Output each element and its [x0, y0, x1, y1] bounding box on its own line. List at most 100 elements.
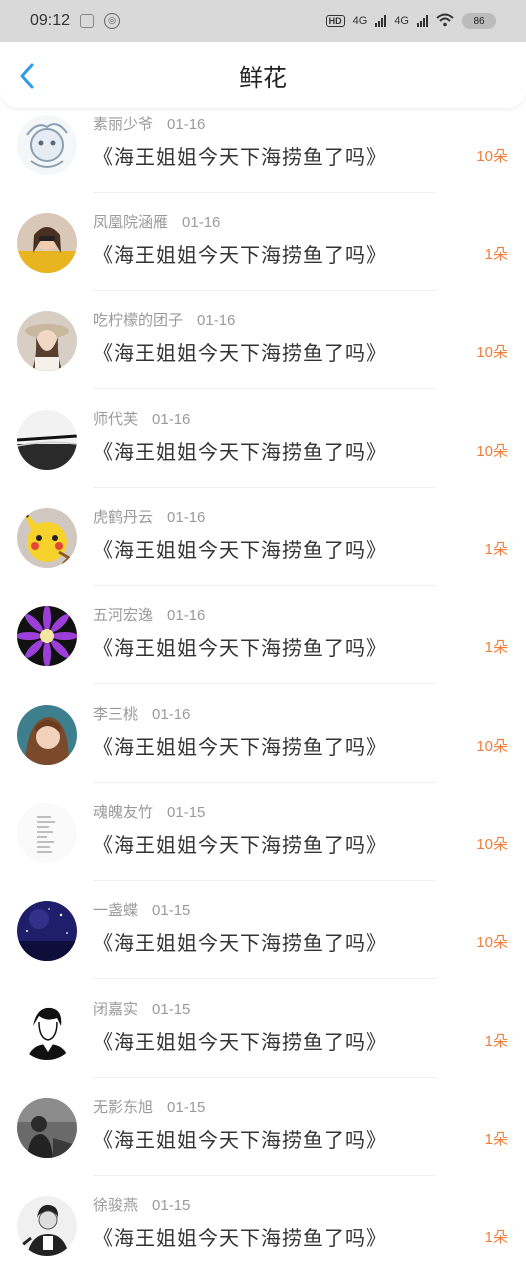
- avatar[interactable]: [17, 705, 77, 765]
- avatar[interactable]: [17, 803, 77, 863]
- wifi-icon: [436, 13, 454, 30]
- list-item[interactable]: 素丽少爷 01-16 《海王姐姐今天下海捞鱼了吗》 10朵: [0, 108, 526, 193]
- sender-name: 李三桃: [93, 705, 139, 723]
- avatar[interactable]: [17, 508, 77, 568]
- item-meta: 吃柠檬的团子 01-16: [93, 309, 235, 330]
- network-label-2: 4G: [394, 15, 409, 27]
- row-divider: [93, 388, 436, 389]
- list-item[interactable]: 一盏蝶 01-15 《海王姐姐今天下海捞鱼了吗》 10朵: [0, 881, 526, 979]
- sent-date: 01-15: [152, 902, 191, 919]
- flower-count: 10朵: [476, 148, 508, 165]
- sender-name: 五河宏逸: [93, 606, 154, 624]
- page-title: 鲜花: [239, 63, 287, 92]
- sender-name: 虎鹤丹云: [93, 508, 154, 526]
- item-meta: 虎鹤丹云 01-16: [93, 506, 205, 527]
- sender-name: 吃柠檬的团子: [93, 311, 184, 329]
- book-title: 《海王姐姐今天下海捞鱼了吗》: [93, 538, 387, 562]
- sent-date: 01-16: [167, 607, 206, 624]
- avatar[interactable]: [17, 213, 77, 273]
- item-meta: 素丽少爷 01-16: [93, 113, 205, 134]
- sent-date: 01-15: [167, 804, 206, 821]
- sender-name: 素丽少爷: [93, 115, 154, 133]
- book-title: 《海王姐姐今天下海捞鱼了吗》: [93, 1128, 387, 1152]
- sender-name: 魂魄友竹: [93, 803, 154, 821]
- item-meta: 李三桃 01-16: [93, 703, 190, 724]
- avatar[interactable]: [17, 901, 77, 961]
- book-title: 《海王姐姐今天下海捞鱼了吗》: [93, 440, 387, 464]
- item-meta: 一盏蝶 01-15: [93, 899, 190, 920]
- list-item[interactable]: 虎鹤丹云 01-16 《海王姐姐今天下海捞鱼了吗》 1朵: [0, 488, 526, 586]
- sender-name: 徐骏燕: [93, 1196, 139, 1214]
- flower-count: 1朵: [484, 1033, 508, 1050]
- status-bar: 09:12 ◎ HD 4G 4G 86: [0, 0, 526, 42]
- list-item[interactable]: 李三桃 01-16 《海王姐姐今天下海捞鱼了吗》 10朵: [0, 685, 526, 783]
- chevron-left-icon: [20, 63, 34, 89]
- list-item[interactable]: 五河宏逸 01-16 《海王姐姐今天下海捞鱼了吗》 1朵: [0, 586, 526, 684]
- sent-date: 01-16: [152, 706, 191, 723]
- sent-date: 01-16: [167, 116, 206, 133]
- list-item[interactable]: 无影东旭 01-15 《海王姐姐今天下海捞鱼了吗》 1朵: [0, 1078, 526, 1176]
- list-item[interactable]: 魂魄友竹 01-15 《海王姐姐今天下海捞鱼了吗》 10朵: [0, 783, 526, 881]
- status-right: HD 4G 4G 86: [325, 13, 496, 30]
- item-meta: 师代芙 01-16: [93, 408, 190, 429]
- list-item[interactable]: 闭嘉实 01-15 《海王姐姐今天下海捞鱼了吗》 1朵: [0, 980, 526, 1078]
- book-title: 《海王姐姐今天下海捞鱼了吗》: [93, 145, 387, 169]
- avatar[interactable]: [17, 1196, 77, 1256]
- sent-date: 01-15: [152, 1197, 191, 1214]
- app-notification-icon: ◎: [104, 13, 121, 29]
- avatar[interactable]: [17, 606, 77, 666]
- sender-name: 闭嘉实: [93, 1000, 139, 1018]
- row-divider: [93, 978, 436, 979]
- item-meta: 魂魄友竹 01-15: [93, 801, 205, 822]
- avatar[interactable]: [17, 410, 77, 470]
- flower-count: 1朵: [484, 1229, 508, 1246]
- item-meta: 无影东旭 01-15: [93, 1096, 205, 1117]
- book-title: 《海王姐姐今天下海捞鱼了吗》: [93, 1226, 387, 1250]
- item-meta: 五河宏逸 01-16: [93, 604, 205, 625]
- sent-date: 01-15: [152, 1001, 191, 1018]
- item-meta: 闭嘉实 01-15: [93, 998, 190, 1019]
- signal-icon: [375, 15, 387, 27]
- flower-count: 1朵: [484, 246, 508, 263]
- book-title: 《海王姐姐今天下海捞鱼了吗》: [93, 931, 387, 955]
- flower-list: 素丽少爷 01-16 《海王姐姐今天下海捞鱼了吗》 10朵 凤凰院涵雁 01-16 《海王姐…: [0, 108, 526, 1280]
- list-item[interactable]: 徐骏燕 01-15 《海王姐姐今天下海捞鱼了吗》 1朵: [0, 1176, 526, 1274]
- back-button[interactable]: [16, 62, 40, 90]
- nav-header: 鲜花: [0, 42, 526, 108]
- flower-count: 10朵: [476, 836, 508, 853]
- flower-count: 10朵: [476, 934, 508, 951]
- sent-date: 01-15: [167, 1099, 206, 1116]
- sender-name: 一盏蝶: [93, 901, 139, 919]
- book-title: 《海王姐姐今天下海捞鱼了吗》: [93, 341, 387, 365]
- notification-icon: [80, 14, 95, 28]
- signal-icon-2: [417, 15, 428, 27]
- avatar[interactable]: [17, 115, 77, 175]
- book-title: 《海王姐姐今天下海捞鱼了吗》: [93, 243, 387, 267]
- sent-date: 01-16: [152, 411, 191, 428]
- sent-date: 01-16: [197, 312, 236, 329]
- item-meta: 徐骏燕 01-15: [93, 1194, 190, 1215]
- book-title: 《海王姐姐今天下海捞鱼了吗》: [93, 636, 387, 660]
- sender-name: 师代芙: [93, 410, 139, 428]
- book-title: 《海王姐姐今天下海捞鱼了吗》: [93, 735, 387, 759]
- flower-count: 10朵: [476, 344, 508, 361]
- sent-date: 01-16: [182, 214, 221, 231]
- list-item[interactable]: 凤凰院涵雁 01-16 《海王姐姐今天下海捞鱼了吗》 1朵: [0, 193, 526, 291]
- network-label-1: 4G: [352, 15, 368, 27]
- list-item[interactable]: 吃柠檬的团子 01-16 《海王姐姐今天下海捞鱼了吗》 10朵: [0, 291, 526, 389]
- flower-count: 1朵: [484, 1131, 508, 1148]
- list-item[interactable]: 师代芙 01-16 《海王姐姐今天下海捞鱼了吗》 10朵: [0, 390, 526, 488]
- row-divider: [93, 683, 436, 684]
- status-time: 09:12: [30, 12, 71, 29]
- book-title: 《海王姐姐今天下海捞鱼了吗》: [93, 833, 387, 857]
- sent-date: 01-16: [167, 509, 206, 526]
- book-title: 《海王姐姐今天下海捞鱼了吗》: [93, 1030, 387, 1054]
- avatar[interactable]: [17, 311, 77, 371]
- avatar[interactable]: [17, 1000, 77, 1060]
- hd-icon: HD: [325, 15, 345, 27]
- flower-count: 10朵: [476, 443, 508, 460]
- avatar[interactable]: [17, 1098, 77, 1158]
- sender-name: 凤凰院涵雁: [93, 213, 169, 231]
- flower-count: 1朵: [484, 639, 508, 656]
- status-left: 09:12 ◎: [30, 12, 121, 30]
